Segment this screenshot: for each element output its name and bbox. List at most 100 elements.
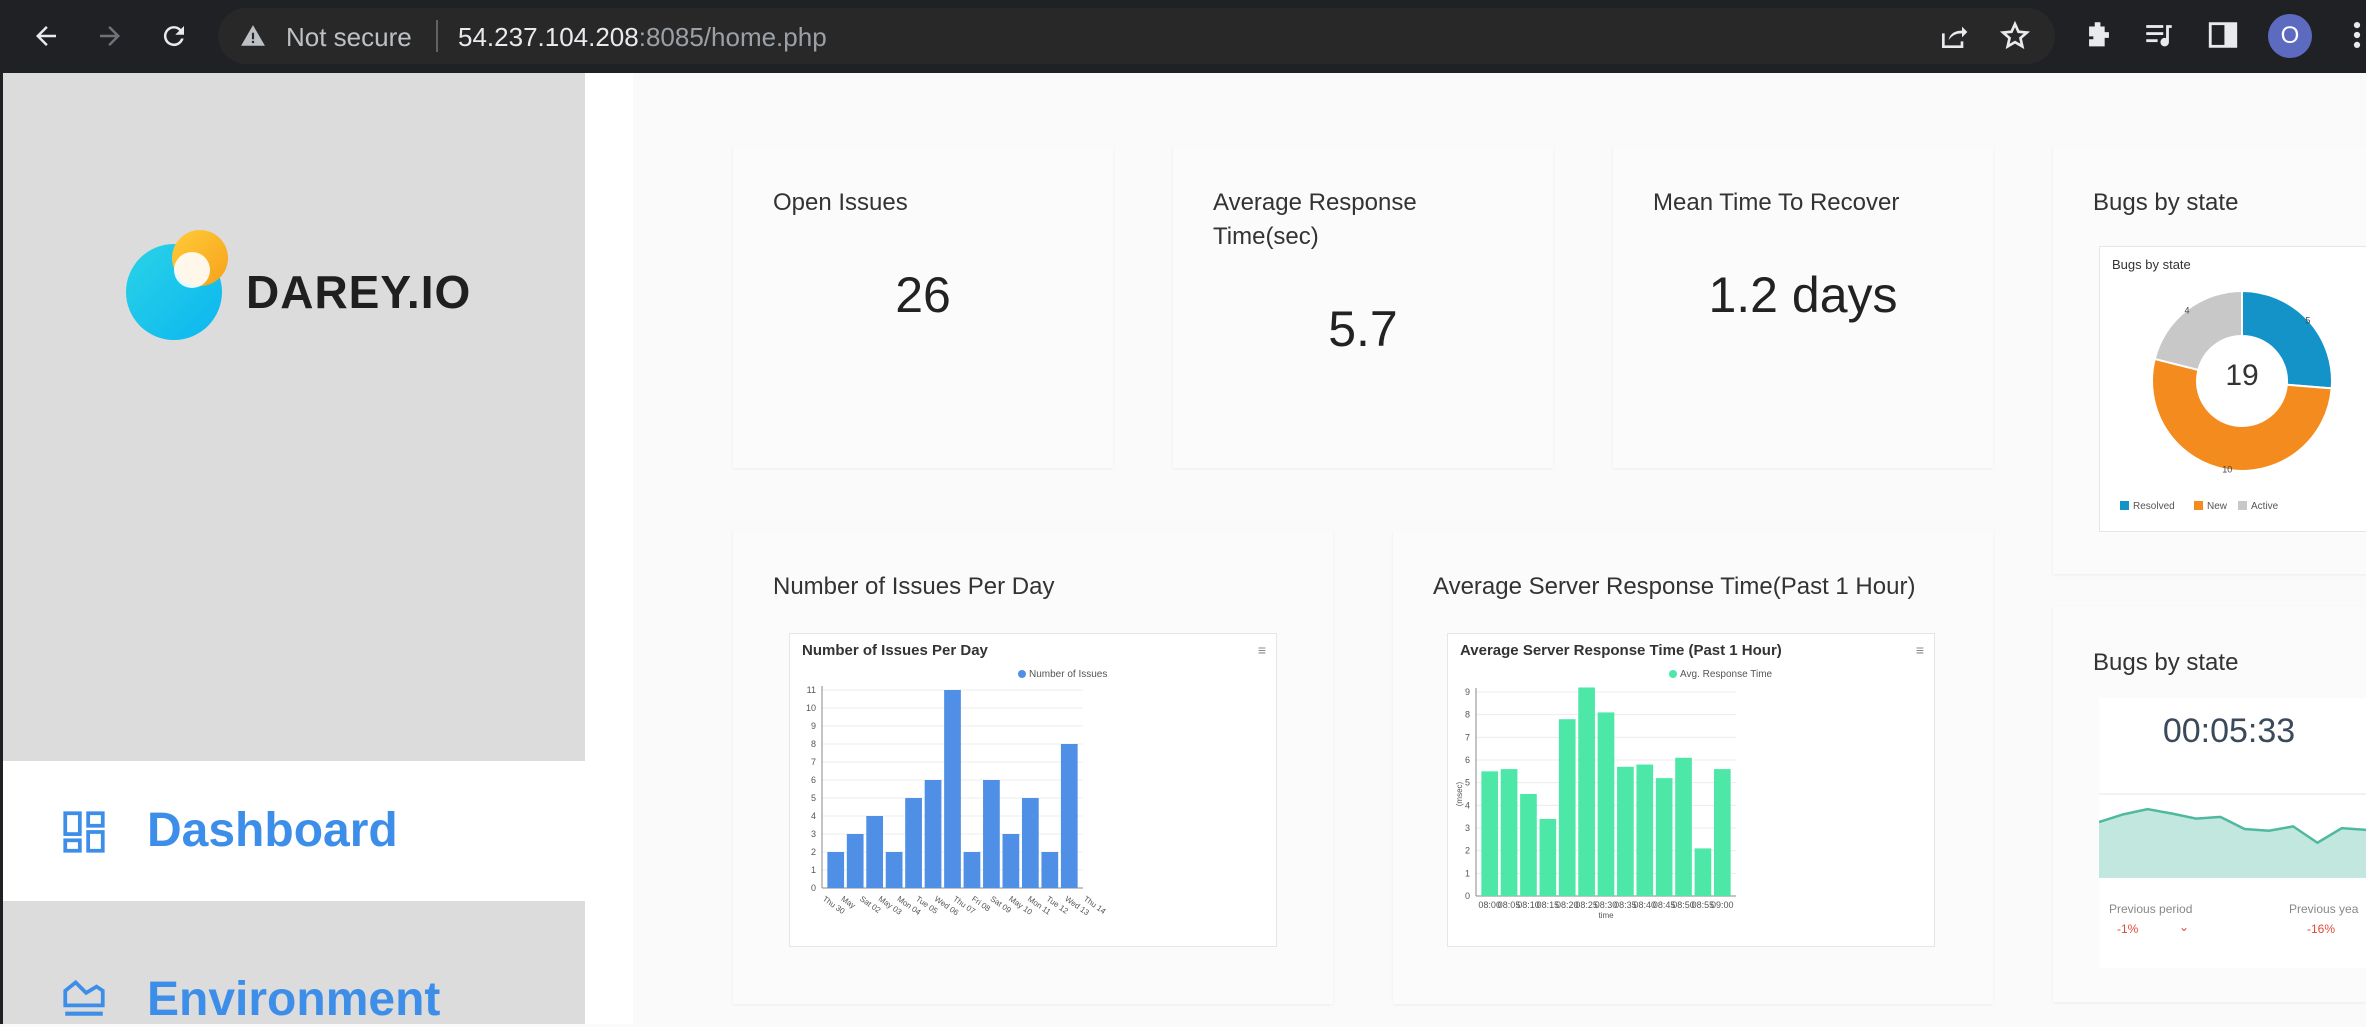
y-tick-label: 9 bbox=[811, 721, 816, 731]
brand-name: DAREY.IO bbox=[246, 266, 472, 318]
bar bbox=[1636, 764, 1654, 896]
sidebar-item-environment[interactable]: Environment bbox=[3, 930, 585, 1027]
bar bbox=[1481, 771, 1499, 896]
legend-swatch bbox=[2194, 501, 2203, 510]
bar bbox=[1675, 757, 1692, 896]
star-icon[interactable] bbox=[1999, 20, 2031, 57]
media-playlist-icon[interactable] bbox=[2142, 18, 2176, 57]
card-title: Open Issues bbox=[773, 189, 908, 216]
open-issues-value: 26 bbox=[895, 267, 951, 323]
y-tick-label: 6 bbox=[1465, 755, 1470, 765]
bar bbox=[963, 852, 981, 888]
bar bbox=[1060, 744, 1078, 888]
y-tick-label: 8 bbox=[811, 739, 816, 749]
content-gutter bbox=[585, 73, 633, 1024]
legend-label: Active bbox=[2251, 501, 2279, 512]
legend-label: Number of Issues bbox=[1029, 669, 1107, 680]
footer-delta-1: -1% bbox=[2117, 922, 2139, 936]
y-tick-label: 2 bbox=[1465, 846, 1470, 856]
issues-bar-chart: Number of Issues01234567891011Thu 30May S… bbox=[806, 669, 1108, 918]
legend-label: Avg. Response Time bbox=[1680, 669, 1773, 680]
share-icon[interactable] bbox=[1938, 20, 1970, 57]
bar bbox=[924, 780, 942, 888]
y-tick-label: 9 bbox=[1465, 687, 1470, 697]
bar bbox=[1041, 852, 1059, 888]
url-text[interactable]: 54.237.104.208:8085/home.php bbox=[458, 22, 827, 53]
timer-area-chart bbox=[2099, 793, 2366, 878]
pie-slice-label: 5 bbox=[2305, 315, 2310, 325]
card-title: Mean Time To Recover bbox=[1653, 189, 1900, 216]
bar bbox=[1558, 719, 1576, 896]
legend-swatch bbox=[2238, 501, 2247, 510]
security-status[interactable]: Not secure bbox=[286, 22, 412, 53]
bar bbox=[1500, 769, 1518, 896]
bar bbox=[1520, 794, 1537, 896]
url-path: :8085/home.php bbox=[638, 22, 827, 52]
y-tick-label: 3 bbox=[1465, 823, 1470, 833]
y-tick-label: 8 bbox=[1465, 710, 1470, 720]
profile-avatar[interactable]: O bbox=[2268, 14, 2312, 58]
footer-label-1: Previous period bbox=[2109, 902, 2193, 916]
card-title: Average Server Response Time(Past 1 Hour… bbox=[1433, 573, 1916, 600]
side-panel-icon[interactable] bbox=[2206, 18, 2240, 57]
y-tick-label: 5 bbox=[1465, 778, 1470, 788]
footer-label-2: Previous yea bbox=[2289, 902, 2359, 916]
bar bbox=[1539, 818, 1557, 896]
divider bbox=[436, 20, 438, 52]
url-host: 54.237.104.208 bbox=[458, 22, 639, 52]
darey-logo-icon bbox=[122, 228, 234, 345]
bugs-by-state-card: Bugs by state Bugs by state 5 10 4 19 Reso… bbox=[2053, 146, 2366, 574]
y-tick-label: 1 bbox=[811, 865, 816, 875]
kebab-menu-icon[interactable] bbox=[2350, 18, 2364, 57]
bar bbox=[1655, 778, 1673, 896]
y-tick-label: 11 bbox=[807, 685, 816, 695]
address-bar[interactable]: Not secure 54.237.104.208:8085/home.php bbox=[218, 8, 2055, 64]
forward-icon[interactable] bbox=[88, 14, 132, 58]
bar bbox=[983, 780, 1000, 888]
timer-widget: 00:05:33 Previous period Previous yea -1… bbox=[2099, 698, 2366, 968]
y-tick-label: 0 bbox=[1465, 891, 1470, 901]
legend-label: Resolved bbox=[2133, 501, 2175, 512]
legend-marker bbox=[1018, 670, 1026, 678]
card-title: Bugs by state bbox=[2093, 649, 2239, 676]
footer-delta-2: -16% bbox=[2307, 922, 2336, 936]
y-tick-label: 10 bbox=[806, 703, 816, 713]
y-tick-label: 4 bbox=[1465, 800, 1470, 810]
extensions-icon[interactable] bbox=[2082, 18, 2116, 57]
bar bbox=[1694, 848, 1712, 896]
avg-response-card: Average Response Time(sec) 5.7 bbox=[1173, 146, 1553, 468]
y-tick-label: 1 bbox=[1465, 868, 1470, 878]
bar bbox=[944, 690, 961, 888]
bar bbox=[827, 852, 845, 888]
y-tick-label: 7 bbox=[811, 757, 816, 767]
sidebar-item-dashboard[interactable]: Dashboard bbox=[3, 761, 585, 901]
reload-icon[interactable] bbox=[152, 14, 196, 58]
open-issues-card: Open Issues 26 bbox=[733, 146, 1113, 468]
bar bbox=[866, 816, 884, 888]
mttr-value: 1.2 days bbox=[1708, 267, 1898, 323]
bar bbox=[1713, 769, 1731, 896]
legend-swatch bbox=[2120, 501, 2129, 510]
area-chart-icon bbox=[59, 972, 109, 1027]
legend-marker bbox=[1669, 670, 1677, 678]
server-response-card: Average Server Response Time(Past 1 Hour… bbox=[1393, 530, 1993, 1004]
bar bbox=[885, 852, 903, 888]
area-fill bbox=[2099, 809, 2366, 878]
avg-response-value: 5.7 bbox=[1328, 301, 1398, 357]
mttr-card: Mean Time To Recover 1.2 days bbox=[1613, 146, 1993, 468]
y-tick-label: 7 bbox=[1465, 732, 1470, 742]
y-tick-label: 2 bbox=[811, 847, 816, 857]
chevron-down-icon[interactable]: ⌄ bbox=[2179, 920, 2189, 934]
sidebar-item-label: Dashboard bbox=[147, 804, 398, 857]
bar bbox=[1578, 687, 1595, 896]
warning-icon[interactable] bbox=[240, 23, 266, 54]
issues-per-day-card: Number of Issues Per Day Number of Issue… bbox=[733, 530, 1333, 1004]
y-tick-label: 3 bbox=[811, 829, 816, 839]
bar bbox=[1617, 766, 1634, 896]
card-title: Bugs by state bbox=[2093, 189, 2239, 216]
back-icon[interactable] bbox=[24, 14, 68, 58]
x-tick-label: 09:00 bbox=[1711, 900, 1734, 910]
pie-chart: 5 10 4 19 Resolved New Active bbox=[2120, 289, 2333, 512]
pie-chart-container: Bugs by state 5 10 4 19 Resolved New Active bbox=[2099, 246, 2366, 532]
bar bbox=[905, 798, 922, 888]
